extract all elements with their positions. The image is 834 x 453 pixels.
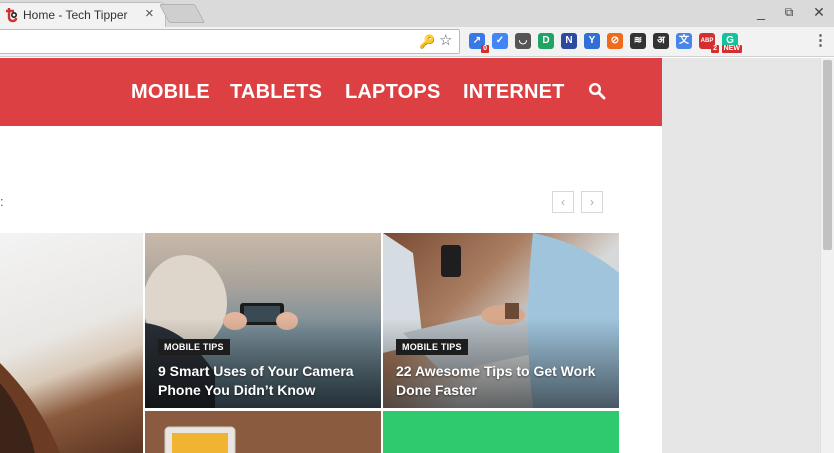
extension-badge: NEW	[721, 45, 742, 53]
featured-card-left[interactable]	[0, 233, 143, 453]
tech-tipper-favicon-icon	[6, 8, 18, 23]
address-bar[interactable]: 🔑 ☆	[0, 29, 460, 54]
extension-badge: 2	[711, 45, 719, 53]
nav-mobile[interactable]: MOBILE	[131, 81, 210, 104]
extension-badge: 0	[481, 45, 489, 53]
check-extension-icon[interactable]: ✓	[492, 33, 508, 49]
nav-internet[interactable]: INTERNET	[463, 81, 565, 104]
bookmark-star-icon[interactable]: ☆	[439, 33, 452, 49]
search-icon[interactable]	[588, 82, 606, 100]
person-image	[0, 363, 60, 453]
adblock-extension-icon[interactable]: ABP 2	[699, 33, 719, 53]
tab-strip: Home - Tech Tipper × _ ⧉ ✕	[0, 0, 834, 27]
block-extension-icon[interactable]: ⊘	[607, 33, 623, 49]
nav-laptops[interactable]: LAPTOPS	[345, 81, 441, 104]
article-card[interactable]: MOBILE TIPS 22 Awesome Tips to Get Work …	[383, 233, 619, 408]
category-badge[interactable]: MOBILE TIPS	[396, 339, 468, 355]
buffer-extension-icon[interactable]: ≋	[630, 33, 646, 49]
hindi-extension-icon[interactable]: अ	[653, 33, 669, 49]
tab-title: Home - Tech Tipper	[23, 8, 128, 22]
y-extension-icon[interactable]: Y	[584, 33, 600, 49]
article-title[interactable]: 9 Smart Uses of Your Camera Phone You Di…	[158, 362, 373, 400]
menu-icon[interactable]: ⋮	[813, 33, 828, 49]
browser-tab[interactable]: Home - Tech Tipper ×	[0, 2, 166, 27]
close-window-icon[interactable]: ✕	[810, 3, 828, 21]
d-extension-icon[interactable]: D	[538, 33, 554, 49]
minimize-icon[interactable]: _	[752, 3, 770, 21]
restore-icon[interactable]: ⧉	[780, 3, 798, 21]
article-card[interactable]	[383, 411, 619, 453]
pocket-extension-icon[interactable]: ◡	[515, 33, 531, 49]
prev-button[interactable]: ‹	[552, 191, 574, 213]
article-card[interactable]	[145, 411, 381, 453]
next-button[interactable]: ›	[581, 191, 603, 213]
n-extension-icon[interactable]: N	[561, 33, 577, 49]
tablet-image	[164, 426, 236, 453]
scrollbar-thumb[interactable]	[823, 60, 832, 250]
website: MOBILE TABLETS LAPTOPS INTERNET : ‹ › MO…	[0, 58, 662, 453]
tab-close-icon[interactable]: ×	[145, 6, 154, 22]
page-scrollbar[interactable]	[820, 58, 834, 453]
article-title[interactable]: 22 Awesome Tips to Get Work Done Faster	[396, 362, 611, 400]
site-navbar: MOBILE TABLETS LAPTOPS INTERNET	[0, 58, 662, 126]
grammarly-extension-icon[interactable]: G NEW	[721, 33, 742, 53]
translate-extension-icon[interactable]: 文	[676, 33, 692, 49]
nav-tablets[interactable]: TABLETS	[230, 81, 322, 104]
browser-toolbar: 🔑 ☆ ↗ 0 ✓ ◡ D N Y ⊘ ≋ अ 文 ABP 2 G NEW ⋮	[0, 27, 834, 57]
category-badge[interactable]: MOBILE TIPS	[158, 339, 230, 355]
key-icon[interactable]: 🔑	[419, 34, 435, 50]
article-card[interactable]: MOBILE TIPS 9 Smart Uses of Your Camera …	[145, 233, 381, 408]
page-viewport: MOBILE TABLETS LAPTOPS INTERNET : ‹ › MO…	[0, 58, 834, 453]
section-heading-edge: :	[0, 194, 4, 209]
graph-extension-icon[interactable]: ↗ 0	[469, 33, 489, 53]
